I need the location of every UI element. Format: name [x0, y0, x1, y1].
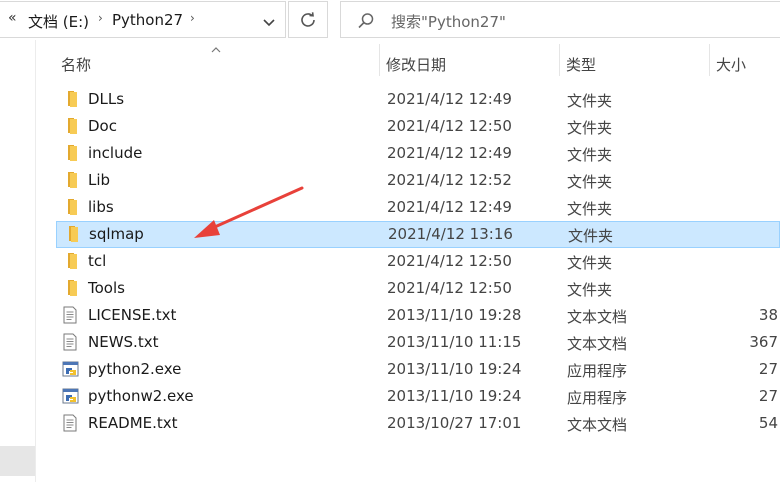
file-modified-date: 2013/11/10 19:28	[387, 306, 522, 324]
file-row-python2-exe[interactable]: python2.exe 2013/11/10 19:24 应用程序 27	[56, 356, 780, 383]
file-size: 27	[758, 360, 778, 378]
chevron-down-icon[interactable]	[262, 14, 276, 32]
python-exe-icon	[62, 360, 80, 382]
folder-icon	[62, 171, 78, 193]
file-modified-date: 2021/4/12 13:16	[388, 225, 513, 243]
chevron-right-icon[interactable]: ›	[98, 11, 103, 25]
search-placeholder: 搜索"Python27"	[391, 13, 506, 31]
file-name: LICENSE.txt	[88, 306, 177, 324]
file-name: pythonw2.exe	[88, 387, 194, 405]
file-type: 文本文档	[567, 308, 628, 326]
file-modified-date: 2021/4/12 12:50	[387, 117, 512, 135]
file-modified-date: 2021/4/12 12:50	[387, 252, 512, 270]
file-name: include	[88, 144, 143, 162]
search-input[interactable]: 搜索"Python27"	[340, 1, 780, 38]
folder-icon	[62, 252, 78, 274]
file-row-dlls[interactable]: DLLs 2021/4/12 12:49 文件夹	[56, 86, 780, 113]
file-type: 文件夹	[567, 173, 613, 191]
navigation-pane[interactable]	[0, 40, 36, 482]
column-label-type: 类型	[566, 56, 597, 74]
breadcrumb-folder[interactable]: Python27	[112, 11, 183, 29]
file-type: 文件夹	[567, 119, 613, 137]
file-row-sqlmap[interactable]: sqlmap 2021/4/12 13:16 文件夹	[56, 221, 780, 248]
refresh-button[interactable]	[288, 1, 328, 38]
file-size: 27	[758, 387, 778, 405]
folder-icon	[62, 117, 78, 139]
file-modified-date: 2021/4/12 12:49	[387, 144, 512, 162]
chevron-double-left-icon[interactable]: «	[8, 10, 17, 26]
file-row-pythonw2-exe[interactable]: pythonw2.exe 2013/11/10 19:24 应用程序 27	[56, 383, 780, 410]
file-row-tools[interactable]: Tools 2021/4/12 12:50 文件夹	[56, 275, 780, 302]
search-icon	[357, 12, 375, 34]
folder-icon	[62, 144, 78, 166]
folder-icon	[62, 90, 78, 112]
file-row-lib[interactable]: Lib 2021/4/12 12:52 文件夹	[56, 167, 780, 194]
folder-icon	[62, 279, 78, 301]
file-modified-date: 2013/11/10 19:24	[387, 360, 522, 378]
nav-scrollbar[interactable]	[0, 446, 35, 476]
file-name: sqlmap	[89, 225, 144, 243]
column-label-name: 名称	[61, 56, 92, 74]
file-row-libs[interactable]: libs 2021/4/12 12:49 文件夹	[56, 194, 780, 221]
file-type: 应用程序	[567, 362, 628, 380]
file-name: NEWS.txt	[88, 333, 159, 351]
file-name: Doc	[88, 117, 117, 135]
file-row-license-txt[interactable]: LICENSE.txt 2013/11/10 19:28 文本文档 38	[56, 302, 780, 329]
file-row-news-txt[interactable]: NEWS.txt 2013/11/10 11:15 文本文档 367	[56, 329, 780, 356]
python-exe-icon	[62, 387, 80, 409]
refresh-icon	[301, 11, 315, 27]
text-file-icon	[62, 333, 78, 355]
column-label-modified: 修改日期	[386, 56, 447, 74]
file-name: DLLs	[88, 90, 125, 108]
file-type: 文件夹	[567, 281, 613, 299]
file-row-readme-txt[interactable]: README.txt 2013/10/27 17:01 文本文档 54	[56, 410, 780, 437]
file-size: 367	[749, 333, 778, 351]
file-type: 文件夹	[567, 200, 613, 218]
column-header-type[interactable]: 类型	[560, 44, 708, 82]
column-label-size: 大小	[716, 56, 747, 74]
file-name: tcl	[88, 252, 107, 270]
file-name: README.txt	[88, 414, 178, 432]
file-type: 文件夹	[567, 254, 613, 272]
file-size: 38	[758, 306, 778, 324]
file-type: 文本文档	[567, 416, 628, 434]
chevron-right-icon[interactable]: ›	[190, 11, 195, 25]
column-header-modified[interactable]: 修改日期	[380, 44, 558, 82]
file-row-include[interactable]: include 2021/4/12 12:49 文件夹	[56, 140, 780, 167]
file-size: 54	[758, 414, 778, 432]
file-name: Tools	[88, 279, 125, 297]
file-modified-date: 2021/4/12 12:49	[387, 90, 512, 108]
folder-icon	[63, 225, 79, 247]
folder-icon	[62, 198, 78, 220]
file-modified-date: 2013/11/10 11:15	[387, 333, 522, 351]
address-bar[interactable]: « 文档 (E:) › Python27 ›	[0, 1, 286, 38]
file-modified-date: 2021/4/12 12:49	[387, 198, 512, 216]
file-name: libs	[88, 198, 114, 216]
file-modified-date: 2013/11/10 19:24	[387, 387, 522, 405]
file-name: Lib	[88, 171, 111, 189]
file-modified-date: 2021/4/12 12:50	[387, 279, 512, 297]
file-type: 文件夹	[568, 227, 614, 245]
file-name: python2.exe	[88, 360, 182, 378]
address-toolbar: « 文档 (E:) › Python27 › 搜索"Python27"	[0, 0, 780, 40]
file-row-doc[interactable]: Doc 2021/4/12 12:50 文件夹	[56, 113, 780, 140]
file-type: 文本文档	[567, 335, 628, 353]
file-type: 文件夹	[567, 92, 613, 110]
file-type: 应用程序	[567, 389, 628, 407]
file-type: 文件夹	[567, 146, 613, 164]
file-modified-date: 2021/4/12 12:52	[387, 171, 512, 189]
file-modified-date: 2013/10/27 17:01	[387, 414, 522, 432]
text-file-icon	[62, 414, 78, 436]
column-header-size[interactable]: 大小	[710, 44, 780, 82]
column-header-name[interactable]: 名称	[56, 44, 378, 82]
file-row-tcl[interactable]: tcl 2021/4/12 12:50 文件夹	[56, 248, 780, 275]
text-file-icon	[62, 306, 78, 328]
breadcrumb-drive[interactable]: 文档 (E:)	[28, 11, 89, 32]
